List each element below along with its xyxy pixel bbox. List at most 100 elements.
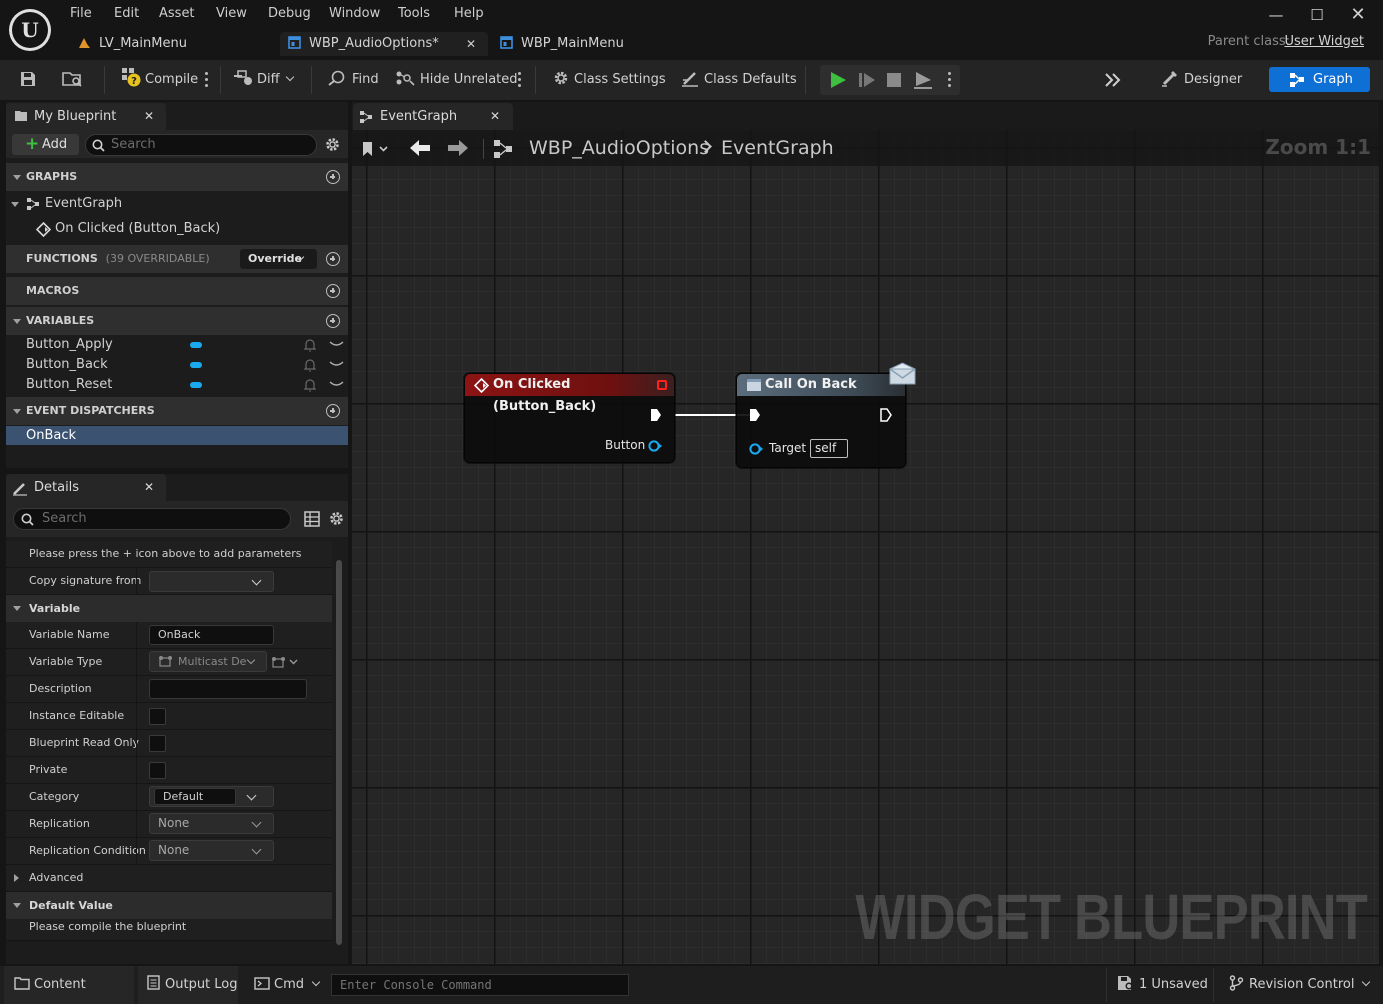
button-output-pin[interactable]	[648, 440, 662, 452]
variable-row[interactable]: Button_Reset	[6, 375, 348, 395]
add-variable-icon[interactable]	[326, 314, 340, 328]
eye-closed-icon[interactable]	[329, 339, 344, 349]
table-view-icon[interactable]	[304, 511, 320, 527]
default-value-section-header[interactable]: Default Value	[6, 892, 332, 919]
save-icon[interactable]	[19, 70, 37, 88]
details-search-input[interactable]: Search	[13, 508, 291, 530]
find-options-icon[interactable]	[518, 70, 522, 90]
designer-button[interactable]: Designer	[1161, 60, 1242, 100]
category-combo[interactable]: Default	[149, 786, 274, 807]
browse-asset-icon[interactable]	[62, 70, 84, 88]
variable-row[interactable]: Button_Apply	[6, 335, 348, 355]
variable-type-dropdown[interactable]: Multicast De	[149, 651, 267, 672]
diff-button[interactable]: Diff	[233, 60, 294, 100]
bell-icon[interactable]	[304, 358, 316, 372]
compile-button[interactable]: ? Compile	[121, 60, 198, 100]
details-tab[interactable]: Details ✕	[6, 474, 166, 501]
add-graph-icon[interactable]	[326, 170, 340, 184]
hide-unrelated-button[interactable]: Hide Unrelated	[395, 60, 518, 100]
delegate-pin-icon[interactable]	[657, 380, 667, 390]
stop-icon[interactable]	[886, 72, 902, 88]
graphs-section-header[interactable]: GRAPHS	[6, 163, 348, 191]
cmd-dropdown[interactable]: Cmd	[244, 966, 324, 1004]
menu-file[interactable]: File	[70, 6, 92, 24]
bell-icon[interactable]	[304, 338, 316, 352]
my-blueprint-search-input[interactable]: Search	[85, 134, 317, 156]
override-dropdown[interactable]: Override	[240, 249, 317, 269]
menu-asset[interactable]: Asset	[159, 6, 195, 24]
exec-output-pin[interactable]	[880, 408, 892, 422]
graph-canvas[interactable]	[352, 130, 1379, 964]
macros-section-header[interactable]: MACROS	[6, 277, 348, 305]
event-node-on-clicked[interactable]: On Clicked (Button_Back) Button	[464, 373, 675, 463]
breadcrumb-graph[interactable]: EventGraph	[721, 137, 834, 159]
add-dispatcher-icon[interactable]	[326, 404, 340, 418]
exec-input-pin[interactable]	[749, 408, 761, 422]
call-node-header[interactable]: Call On Back	[737, 374, 905, 396]
add-function-icon[interactable]	[326, 252, 340, 266]
minimize-icon[interactable]: —	[1266, 6, 1286, 24]
bookmark-icon[interactable]	[361, 140, 391, 158]
variables-section-header[interactable]: VARIABLES	[6, 307, 348, 335]
eye-closed-icon[interactable]	[329, 359, 344, 369]
event-node-header[interactable]: On Clicked (Button_Back)	[465, 374, 674, 414]
settings-gear-icon[interactable]	[328, 510, 345, 527]
target-self-field[interactable]: self	[810, 439, 848, 458]
doc-tab-lv-mainmenu[interactable]: LV_MainMenu	[70, 32, 275, 56]
unsaved-button[interactable]: 1 Unsaved	[1117, 966, 1208, 1004]
close-tab-icon[interactable]: ✕	[490, 103, 500, 130]
container-type-icon[interactable]	[271, 655, 301, 669]
close-panel-icon[interactable]: ✕	[144, 103, 154, 130]
graph-item-on-clicked[interactable]: On Clicked (Button_Back)	[6, 219, 348, 239]
close-tab-icon[interactable]: ✕	[466, 32, 476, 56]
copy-signature-dropdown[interactable]	[149, 571, 274, 592]
my-blueprint-tab[interactable]: My Blueprint ✕	[6, 103, 166, 130]
eye-closed-icon[interactable]	[329, 379, 344, 389]
parent-class-link[interactable]: User Widget	[1284, 34, 1364, 49]
play-icon[interactable]	[829, 71, 847, 89]
bell-icon[interactable]	[304, 378, 316, 392]
add-button[interactable]: + Add	[12, 134, 79, 155]
functions-section-header[interactable]: FUNCTIONS (39 OVERRIDABLE) Override	[6, 245, 348, 273]
revision-control-dropdown[interactable]: Revision Control	[1229, 966, 1371, 1004]
menu-debug[interactable]: Debug	[268, 6, 311, 24]
compile-options-icon[interactable]	[205, 70, 209, 90]
add-macro-icon[interactable]	[326, 284, 340, 298]
menu-tools[interactable]: Tools	[398, 6, 430, 24]
expand-toolbar-icon[interactable]	[1104, 71, 1122, 89]
output-log-button[interactable]: Output Log	[138, 966, 238, 1004]
menu-view[interactable]: View	[216, 6, 247, 24]
back-arrow-icon[interactable]	[409, 139, 431, 157]
graph-item-eventgraph[interactable]: EventGraph	[6, 194, 348, 214]
class-defaults-button[interactable]: Class Defaults	[681, 60, 797, 100]
exec-output-pin[interactable]	[650, 408, 662, 422]
description-field[interactable]	[149, 679, 307, 699]
close-window-icon[interactable]: ✕	[1348, 6, 1368, 24]
maximize-icon[interactable]: ☐	[1307, 6, 1327, 24]
call-node-on-back[interactable]: Call On Back Target self	[736, 373, 906, 468]
event-dispatchers-section-header[interactable]: EVENT DISPATCHERS	[6, 397, 348, 425]
forward-arrow-icon[interactable]	[447, 139, 469, 157]
event-graph-tab[interactable]: EventGraph ✕	[353, 103, 513, 130]
breadcrumb-blueprint[interactable]: WBP_AudioOptions	[529, 137, 709, 159]
menu-edit[interactable]: Edit	[114, 6, 139, 24]
category-field[interactable]: Default	[154, 788, 236, 805]
doc-tab-wbp-mainmenu[interactable]: WBP_MainMenu	[492, 32, 692, 56]
variable-name-field[interactable]: OnBack	[149, 625, 274, 645]
menu-help[interactable]: Help	[454, 6, 484, 24]
graph-mode-button[interactable]: Graph	[1269, 67, 1370, 92]
close-panel-icon[interactable]: ✕	[144, 474, 154, 501]
replication-condition-dropdown[interactable]: None	[149, 840, 274, 861]
menu-window[interactable]: Window	[329, 6, 380, 24]
find-button[interactable]: Find	[328, 60, 379, 100]
instance-editable-checkbox[interactable]	[149, 708, 166, 725]
details-scrollbar[interactable]	[336, 560, 342, 945]
settings-gear-icon[interactable]	[324, 136, 341, 153]
play-options-icon[interactable]	[948, 70, 952, 90]
eject-icon[interactable]	[913, 70, 933, 90]
replication-dropdown[interactable]: None	[149, 813, 274, 834]
variable-section-header[interactable]: Variable	[6, 595, 332, 622]
dispatcher-row-selected[interactable]: OnBack	[6, 426, 348, 445]
step-forward-icon[interactable]	[858, 71, 876, 89]
target-input-pin[interactable]	[749, 443, 763, 455]
